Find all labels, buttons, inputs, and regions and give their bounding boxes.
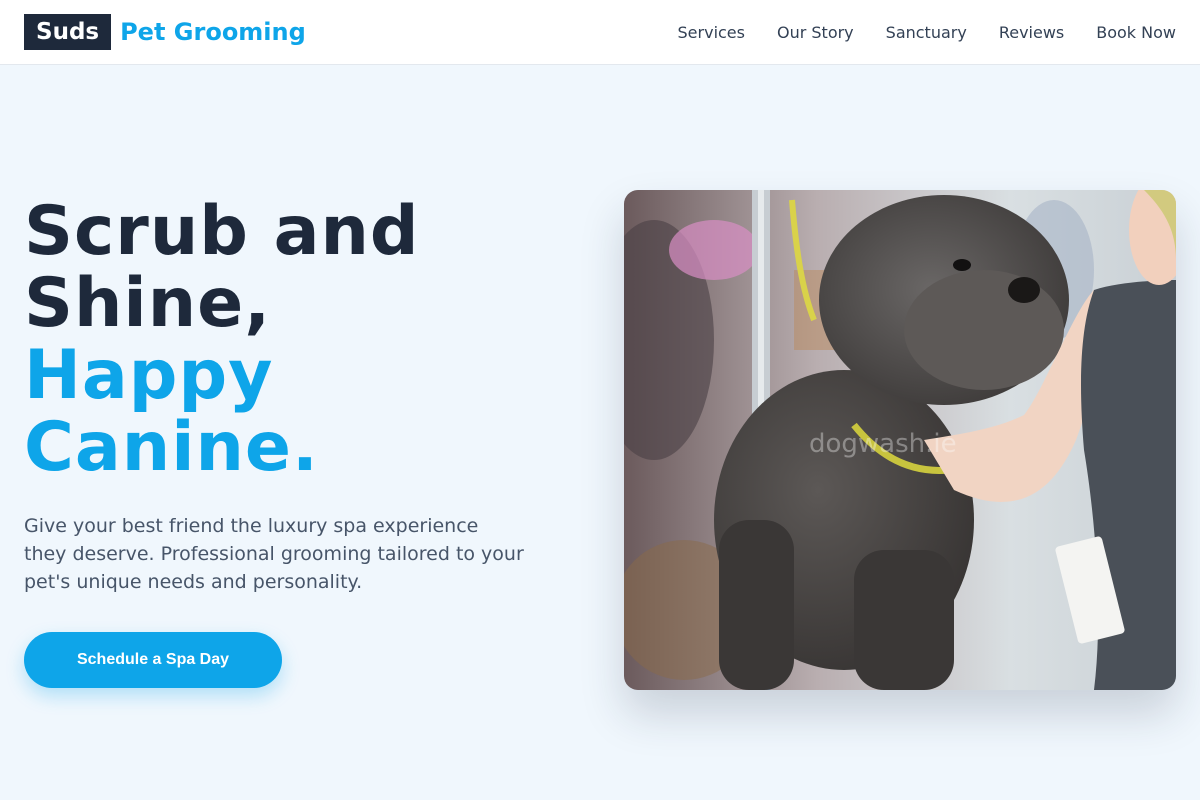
headline-accent-line-1: Happy: [24, 336, 274, 415]
hero-text: Scrub and Shine, Happy Canine. Give your…: [24, 196, 584, 688]
brand-name: Pet Grooming: [120, 18, 306, 46]
nav-links: Services Our Story Sanctuary Reviews Boo…: [678, 23, 1176, 42]
brand-logo[interactable]: Suds Pet Grooming: [24, 14, 306, 50]
nav-link-reviews[interactable]: Reviews: [999, 23, 1064, 42]
nav-link-services[interactable]: Services: [678, 23, 745, 42]
hero-subtext: Give your best friend the luxury spa exp…: [24, 515, 524, 593]
hero-photo: dogwash.ie: [624, 190, 1176, 690]
top-navbar: Suds Pet Grooming Services Our Story San…: [0, 0, 1200, 65]
brand-box: Suds: [24, 14, 112, 50]
poodle-photo-illustration: dogwash.ie: [624, 190, 1176, 690]
headline-line-2: Shine,: [24, 264, 272, 343]
photo-watermark: dogwash.ie: [809, 429, 957, 459]
nav-link-our-story[interactable]: Our Story: [777, 23, 854, 42]
nav-link-sanctuary[interactable]: Sanctuary: [886, 23, 967, 42]
hero-headline: Scrub and Shine, Happy Canine.: [24, 196, 584, 484]
schedule-spa-day-button[interactable]: Schedule a Spa Day: [24, 632, 282, 688]
headline-line-1: Scrub and: [24, 192, 420, 271]
headline-accent-line-2: Canine.: [24, 408, 319, 487]
nav-link-book-now[interactable]: Book Now: [1096, 23, 1176, 42]
